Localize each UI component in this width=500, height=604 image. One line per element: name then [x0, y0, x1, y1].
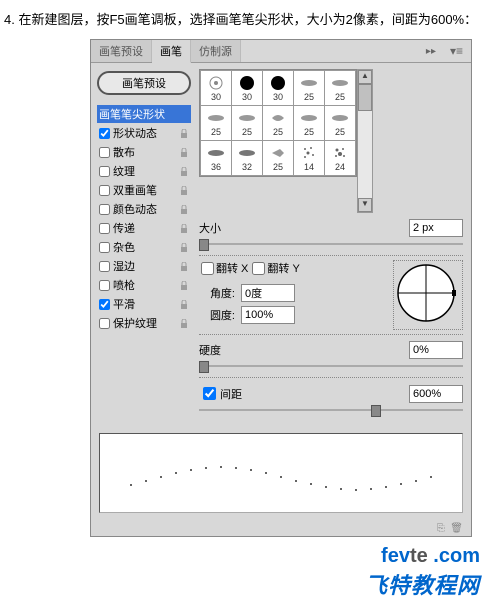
airbrush-checkbox[interactable]	[99, 280, 110, 291]
brush-thumb[interactable]: 36	[201, 141, 231, 175]
brush-thumb[interactable]: 25	[294, 71, 324, 105]
hardness-input[interactable]	[409, 341, 463, 359]
option-color-dynamics[interactable]: 颜色动态	[97, 200, 191, 218]
tab-brush[interactable]: 画笔	[152, 40, 191, 63]
hardness-slider[interactable]	[199, 361, 463, 371]
dual-brush-checkbox[interactable]	[99, 185, 110, 196]
size-slider[interactable]	[199, 239, 463, 249]
option-dual-brush[interactable]: 双重画笔	[97, 181, 191, 199]
brush-thumb[interactable]: 14	[294, 141, 324, 175]
lock-icon	[179, 299, 189, 309]
shape-dynamics-checkbox[interactable]	[99, 128, 110, 139]
option-shape-dynamics[interactable]: 形状动态	[97, 124, 191, 142]
brush-thumb[interactable]: 25	[201, 106, 231, 140]
options-sidebar: 画笔预设 画笔笔尖形状 形状动态 散布 纹理 双重画笔	[91, 63, 195, 427]
option-protect-texture[interactable]: 保护纹理	[97, 314, 191, 332]
lock-icon	[179, 166, 189, 176]
brush-thumb[interactable]: 30	[263, 71, 293, 105]
brush-thumb[interactable]: 25	[325, 106, 355, 140]
scroll-up-icon[interactable]: ▲	[358, 70, 372, 84]
lock-icon	[179, 185, 189, 195]
flip-y-checkbox[interactable]	[252, 262, 265, 275]
wet-edges-checkbox[interactable]	[99, 261, 110, 272]
brush-grid-scrollbar[interactable]: ▲ ▼	[357, 69, 373, 213]
new-icon[interactable]: ⎘	[437, 523, 445, 534]
brush-picker-grid[interactable]: 30 30 30 25 25 25 25 25 25 25 36 32 25 1…	[199, 69, 357, 177]
angle-label: 角度:	[199, 285, 235, 301]
brush-thumb[interactable]: 32	[232, 141, 262, 175]
stroke-preview	[99, 433, 463, 513]
option-texture[interactable]: 纹理	[97, 162, 191, 180]
brush-thumb[interactable]: 30	[201, 71, 231, 105]
lock-icon	[179, 147, 189, 157]
flip-x-checkbox[interactable]	[201, 262, 214, 275]
lock-icon	[179, 318, 189, 328]
angle-control[interactable]	[393, 260, 463, 330]
brush-thumb[interactable]: 25	[294, 106, 324, 140]
brush-thumb[interactable]: 24	[325, 141, 355, 175]
color-dynamics-checkbox[interactable]	[99, 204, 110, 215]
scattering-checkbox[interactable]	[99, 147, 110, 158]
brush-thumb[interactable]: 30	[232, 71, 262, 105]
lock-icon	[179, 128, 189, 138]
option-noise[interactable]: 杂色	[97, 238, 191, 256]
roundness-label: 圆度:	[199, 307, 235, 323]
brush-thumb[interactable]: 25	[263, 141, 293, 175]
option-airbrush[interactable]: 喷枪	[97, 276, 191, 294]
protect-texture-checkbox[interactable]	[99, 318, 110, 329]
tab-brush-presets[interactable]: 画笔预设	[91, 40, 152, 62]
option-scattering[interactable]: 散布	[97, 143, 191, 161]
flip-y-label: 翻转 Y	[267, 260, 299, 276]
option-brush-tip-shape[interactable]: 画笔笔尖形状	[97, 105, 191, 123]
transfer-checkbox[interactable]	[99, 223, 110, 234]
brush-panel: 画笔预设 画笔 仿制源 ▸▸ ▾≡ 画笔预设 画笔笔尖形状 形状动态 散布	[90, 39, 472, 537]
watermark: fevte .com 飞特教程网	[0, 537, 500, 604]
tab-clone-source[interactable]: 仿制源	[191, 40, 241, 62]
noise-checkbox[interactable]	[99, 242, 110, 253]
lock-icon	[179, 242, 189, 252]
collapse-icon[interactable]: ▸▸	[420, 46, 442, 57]
brush-thumb[interactable]: 25	[263, 106, 293, 140]
spacing-checkbox[interactable]	[203, 387, 216, 400]
flip-x-label: 翻转 X	[216, 260, 248, 276]
brush-thumb[interactable]: 25	[232, 106, 262, 140]
size-label: 大小	[199, 220, 243, 236]
option-smoothing[interactable]: 平滑	[97, 295, 191, 313]
option-wet-edges[interactable]: 湿边	[97, 257, 191, 275]
scroll-down-icon[interactable]: ▼	[358, 198, 372, 212]
lock-icon	[179, 223, 189, 233]
hardness-label: 硬度	[199, 342, 243, 358]
spacing-input[interactable]	[409, 385, 463, 403]
roundness-input[interactable]	[241, 306, 295, 324]
lock-icon	[179, 261, 189, 271]
brush-presets-button[interactable]: 画笔预设	[97, 71, 191, 95]
panel-footer: ⎘ 🗑	[91, 521, 471, 536]
option-transfer[interactable]: 传递	[97, 219, 191, 237]
scroll-thumb[interactable]	[358, 84, 372, 111]
tab-bar: 画笔预设 画笔 仿制源 ▸▸ ▾≡	[91, 40, 471, 63]
lock-icon	[179, 280, 189, 290]
spacing-label: 间距	[220, 386, 264, 402]
panel-menu-icon[interactable]: ▾≡	[442, 44, 471, 58]
angle-input[interactable]	[241, 284, 295, 302]
spacing-slider[interactable]	[199, 405, 463, 415]
brush-settings: 30 30 30 25 25 25 25 25 25 25 36 32 25 1…	[195, 63, 471, 427]
lock-icon	[179, 204, 189, 214]
texture-checkbox[interactable]	[99, 166, 110, 177]
trash-icon[interactable]: 🗑	[450, 523, 463, 534]
smoothing-checkbox[interactable]	[99, 299, 110, 310]
instruction-text: 4. 在新建图层，按F5画笔调板，选择画笔笔尖形状，大小为2像素，间距为600%…	[0, 0, 500, 39]
size-input[interactable]	[409, 219, 463, 237]
brush-thumb[interactable]: 25	[325, 71, 355, 105]
